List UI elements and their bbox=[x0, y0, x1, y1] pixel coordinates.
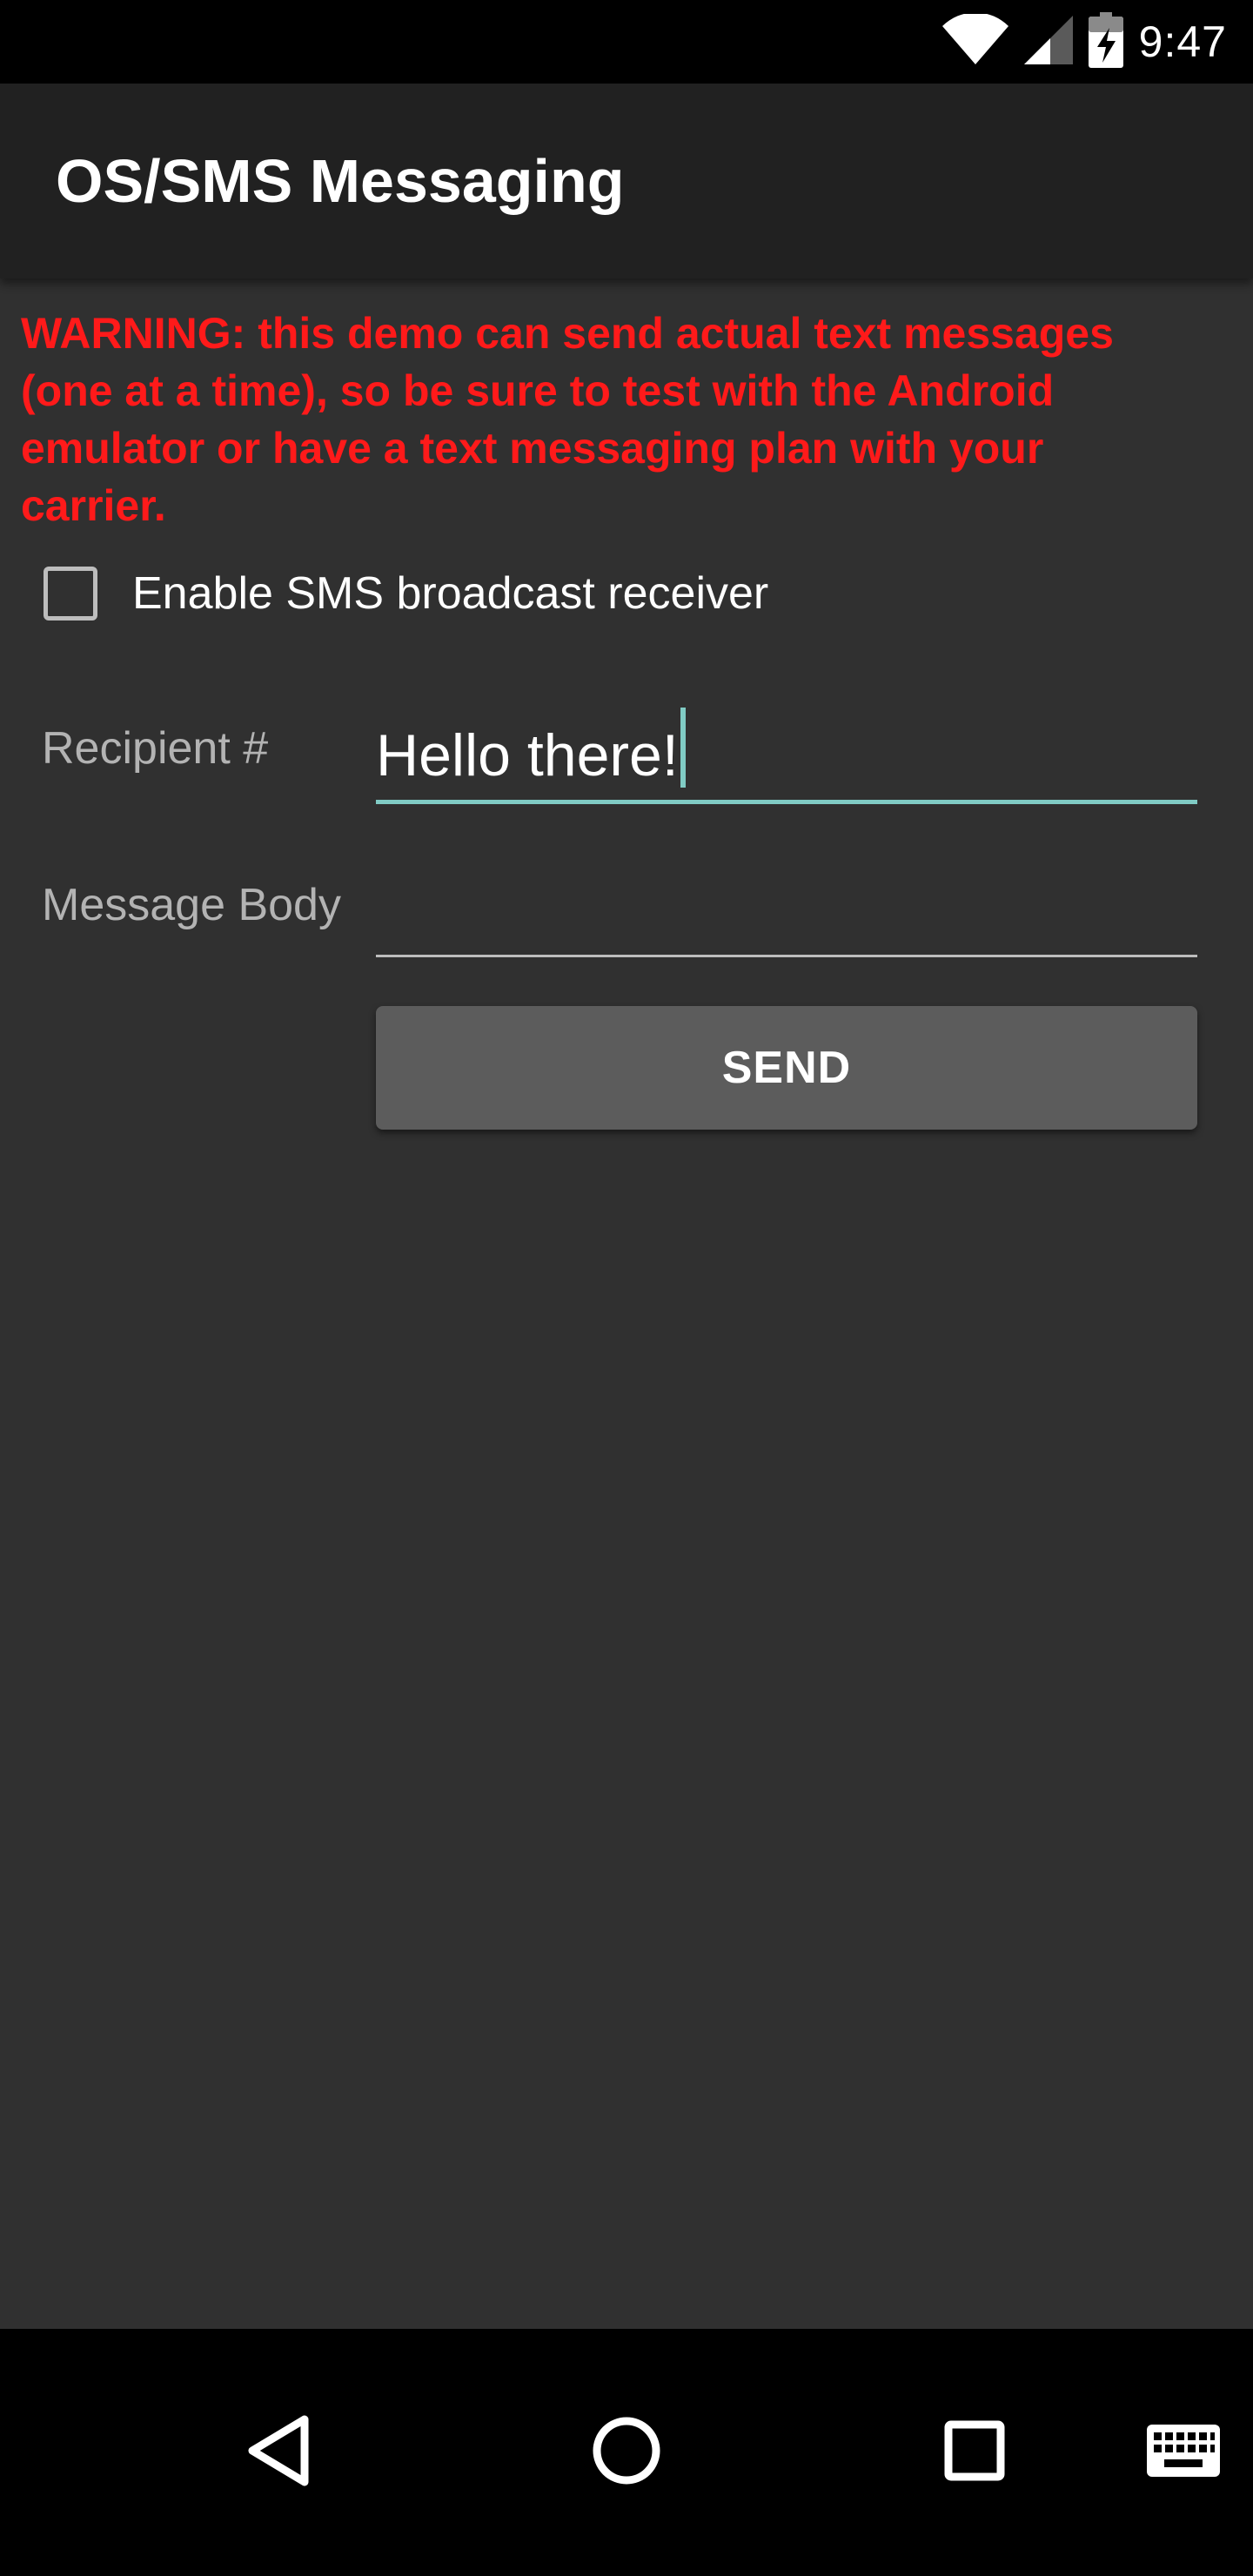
home-button[interactable] bbox=[539, 2329, 714, 2576]
nav-bar bbox=[0, 2329, 1253, 2576]
receiver-checkbox-label[interactable]: Enable SMS broadcast receiver bbox=[132, 567, 768, 620]
message-body-label: Message Body bbox=[42, 880, 341, 930]
wifi-icon bbox=[941, 11, 1008, 70]
battery-charging-icon bbox=[1088, 11, 1123, 72]
keyboard-switch-button[interactable] bbox=[1122, 2329, 1244, 2576]
recipient-value-wrap: Hello there! bbox=[376, 708, 686, 789]
home-icon bbox=[590, 2414, 663, 2492]
main-content: WARNING: this demo can send actual text … bbox=[0, 278, 1253, 2329]
cell-signal-icon bbox=[1023, 14, 1073, 70]
recipient-input[interactable]: Hello there! bbox=[376, 696, 1197, 804]
recipient-label: Recipient # bbox=[42, 723, 269, 774]
text-cursor bbox=[680, 708, 686, 788]
back-icon bbox=[244, 2414, 313, 2492]
warning-text: WARNING: this demo can send actual text … bbox=[21, 309, 1114, 530]
status-icons: 9:47 bbox=[927, 0, 1227, 84]
recents-icon bbox=[943, 2419, 1006, 2486]
recipient-value: Hello there! bbox=[376, 722, 679, 788]
app-bar: OS/SMS Messaging bbox=[0, 84, 1253, 278]
status-bar: 9:47 bbox=[0, 0, 1253, 84]
send-button[interactable]: SEND bbox=[376, 1006, 1197, 1130]
receiver-checkbox-row[interactable]: Enable SMS broadcast receiver bbox=[44, 559, 768, 628]
message-body-input[interactable] bbox=[376, 853, 1197, 957]
receiver-checkbox[interactable] bbox=[44, 567, 97, 621]
keyboard-icon bbox=[1147, 2424, 1220, 2481]
app-title: OS/SMS Messaging bbox=[56, 147, 625, 215]
back-button[interactable] bbox=[191, 2329, 365, 2576]
status-time: 9:47 bbox=[1138, 17, 1227, 66]
recents-button[interactable] bbox=[888, 2329, 1062, 2576]
